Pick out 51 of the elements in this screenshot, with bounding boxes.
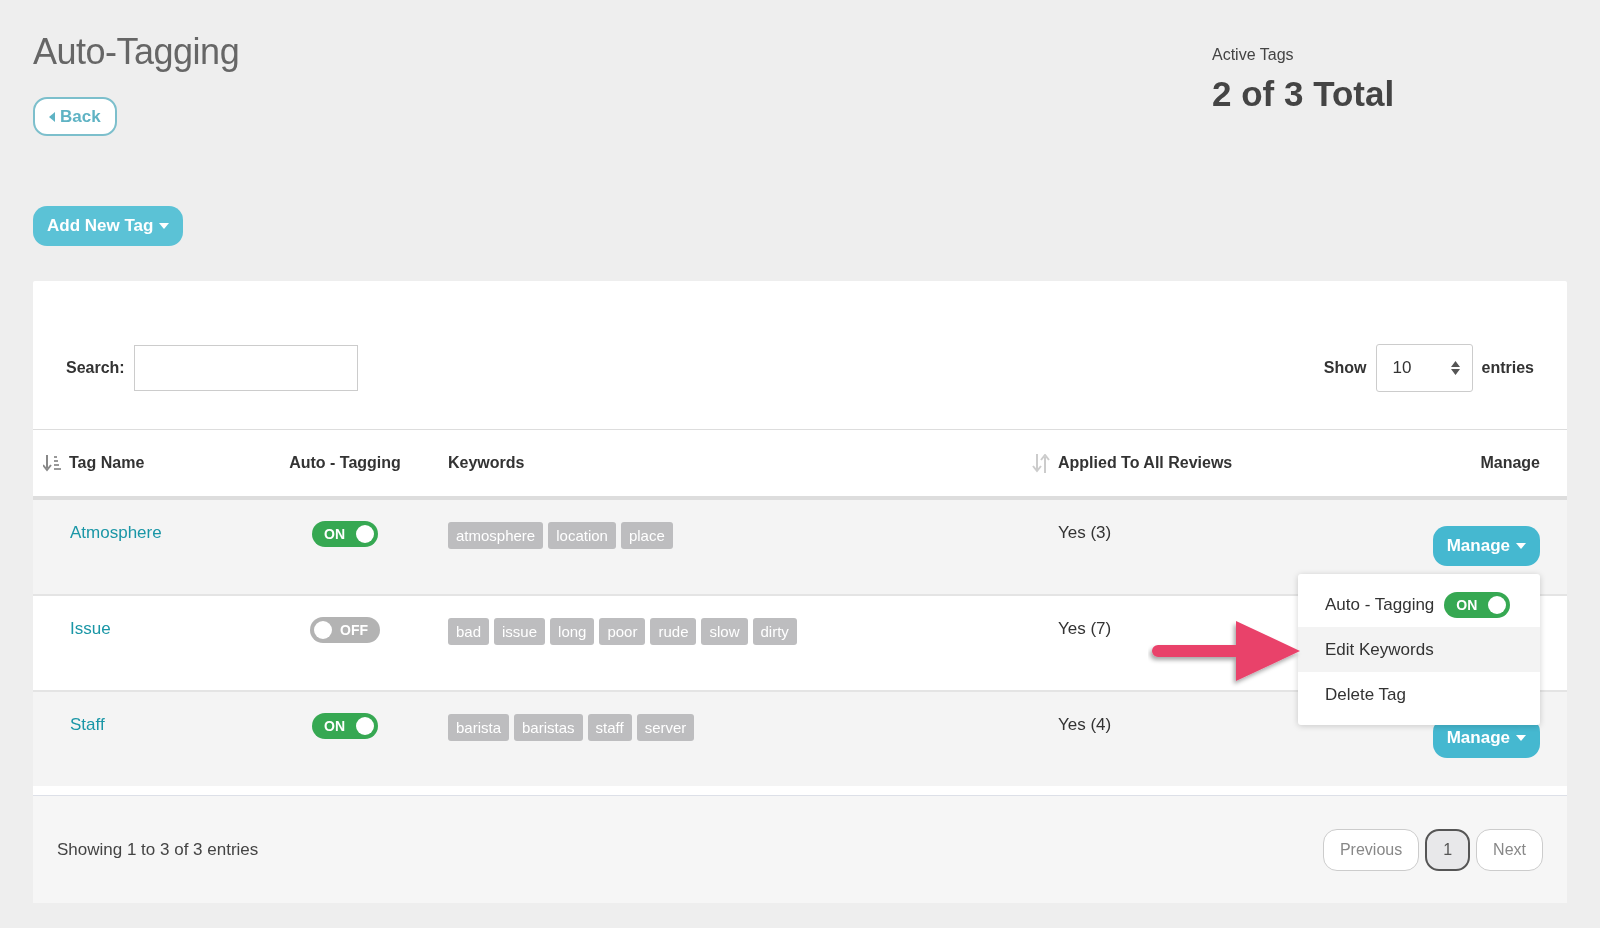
- back-button[interactable]: Back: [33, 97, 117, 136]
- keyword-tag: barista: [448, 714, 510, 741]
- keyword-tag: baristas: [514, 714, 583, 741]
- keyword-tag: dirty: [752, 618, 797, 645]
- page-size-select[interactable]: 10: [1375, 344, 1473, 392]
- tag-name-link[interactable]: Atmosphere: [70, 523, 162, 542]
- menu-item[interactable]: Delete Tag: [1325, 684, 1406, 705]
- caret-icon: [1516, 735, 1526, 741]
- active-tags-total: 2 of 3 Total: [1212, 74, 1396, 114]
- active-tags-label: Active Tags: [1212, 46, 1295, 64]
- pagination-button[interactable]: Next: [1476, 828, 1543, 871]
- keyword-tag: place: [620, 522, 673, 549]
- show-label: Show: [1323, 359, 1367, 377]
- toggle-switch[interactable]: ON: [1444, 591, 1511, 618]
- column-header[interactable]: Applied To All Reviews: [1058, 454, 1233, 472]
- manage-button[interactable]: Manage: [1432, 526, 1540, 566]
- pagination-button[interactable]: Previous: [1322, 828, 1420, 871]
- search-field[interactable]: [133, 345, 358, 391]
- tag-name-link[interactable]: Issue: [70, 619, 111, 638]
- caret-icon: [49, 111, 55, 122]
- keyword-tag: staff: [587, 714, 632, 741]
- entries-label: entries: [1481, 359, 1534, 377]
- caret-icon: [1516, 543, 1526, 549]
- keyword-tag: atmosphere: [448, 522, 544, 549]
- column-header: Keywords: [448, 454, 525, 472]
- toggle-switch[interactable]: OFF: [310, 617, 380, 643]
- tag-name-link[interactable]: Staff: [70, 715, 105, 734]
- keyword-tag: bad: [448, 618, 490, 645]
- keyword-tag: issue: [494, 618, 546, 645]
- add-new-tag-button[interactable]: Add New Tag: [33, 206, 184, 246]
- applied-count: Yes (7): [1058, 619, 1112, 638]
- keyword-tag: server: [636, 714, 695, 741]
- updown-arrows-icon: [1450, 361, 1460, 375]
- keyword-tag: slow: [701, 618, 748, 645]
- applied-count: Yes (4): [1058, 715, 1112, 734]
- keyword-tag: rude: [650, 618, 697, 645]
- column-header[interactable]: Tag Name: [69, 454, 145, 472]
- column-header: Auto - Tagging: [289, 454, 401, 472]
- entries-info: Showing 1 to 3 of 3 entries: [57, 839, 259, 860]
- keyword-tag: long: [550, 618, 595, 645]
- keyword-tag: poor: [599, 618, 646, 645]
- column-header: Manage: [1480, 454, 1540, 472]
- toggle-switch[interactable]: ON: [312, 521, 378, 547]
- caret-icon: [159, 223, 170, 229]
- page-title: Auto-Tagging: [33, 32, 240, 72]
- applied-count: Yes (3): [1058, 523, 1112, 542]
- search-label: Search:: [66, 359, 125, 377]
- menu-item[interactable]: Auto - Tagging: [1325, 594, 1435, 615]
- keyword-tag: location: [548, 522, 616, 549]
- toggle-switch[interactable]: ON: [312, 713, 378, 739]
- pagination-button[interactable]: 1: [1425, 828, 1471, 871]
